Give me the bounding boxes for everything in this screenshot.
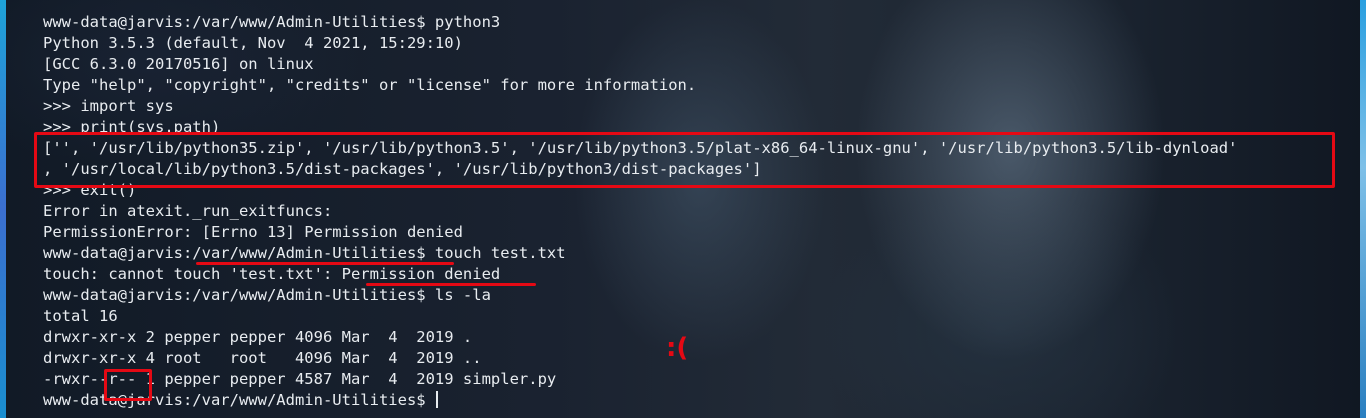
text-cursor bbox=[435, 391, 438, 408]
terminal-line: drwxr-xr-x 2 pepper pepper 4096 Mar 4 20… bbox=[43, 328, 473, 346]
terminal-line: ['', '/usr/lib/python35.zip', '/usr/lib/… bbox=[43, 139, 1238, 157]
terminal-line: [GCC 6.3.0 20170516] on linux bbox=[43, 55, 314, 73]
terminal-line: , '/usr/local/lib/python3.5/dist-package… bbox=[43, 160, 762, 178]
terminal-line: www-data@jarvis:/var/www/Admin-Utilities… bbox=[43, 286, 491, 304]
terminal-line: >>> import sys bbox=[43, 97, 174, 115]
window-edge-right bbox=[1360, 0, 1366, 418]
terminal-line: Python 3.5.3 (default, Nov 4 2021, 15:29… bbox=[43, 34, 463, 52]
terminal-line: Error in atexit._run_exitfuncs: bbox=[43, 202, 333, 220]
terminal-prompt-line[interactable]: www-data@jarvis:/var/www/Admin-Utilities… bbox=[43, 390, 1356, 411]
window-edge-left bbox=[0, 0, 6, 418]
terminal-line: PermissionError: [Errno 13] Permission d… bbox=[43, 223, 463, 241]
terminal-line: touch: cannot touch 'test.txt': Permissi… bbox=[43, 265, 501, 283]
terminal-line: total 16 bbox=[43, 307, 118, 325]
terminal-output[interactable]: www-data@jarvis:/var/www/Admin-Utilities… bbox=[43, 12, 1356, 418]
terminal-line: -rwxr--r-- 1 pepper pepper 4587 Mar 4 20… bbox=[43, 370, 557, 388]
terminal-line: www-data@jarvis:/var/www/Admin-Utilities… bbox=[43, 244, 566, 262]
terminal-prompt: www-data@jarvis:/var/www/Admin-Utilities… bbox=[43, 391, 435, 409]
terminal-line: Type "help", "copyright", "credits" or "… bbox=[43, 76, 697, 94]
terminal-line: >>> print(sys.path) bbox=[43, 118, 221, 136]
terminal-line: drwxr-xr-x 4 root root 4096 Mar 4 2019 .… bbox=[43, 349, 482, 367]
sad-face-annotation: :( bbox=[666, 333, 689, 363]
terminal-line: >>> exit() bbox=[43, 181, 137, 199]
terminal-line: www-data@jarvis:/var/www/Admin-Utilities… bbox=[43, 13, 501, 31]
